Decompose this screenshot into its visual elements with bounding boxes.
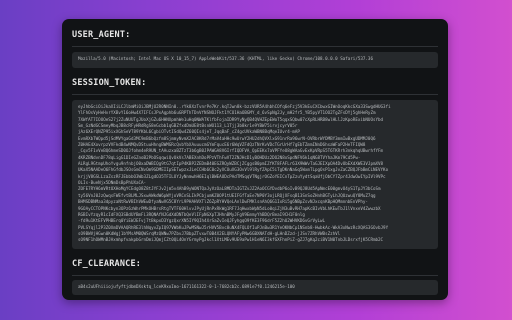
session-token-value-box[interactable]: eyJhbGciOiJkaXIiLCJlbmMiOiJBMjU2R0NNIn0.… [72,100,438,249]
cookie-info-panel: USER_AGENT: Mozilla/5.0 (Macintosh; Inte… [62,19,448,300]
user-agent-value-box[interactable]: Mozilla/5.0 (Macintosh; Intel Mac OS X 1… [72,52,438,68]
cf-clearance-title: CF_CLEARANCE: [72,259,142,269]
cf-clearance-divider [72,275,438,276]
session-token-title: SESSION_TOKEN: [72,78,147,88]
session-token-divider [72,94,438,95]
cf-clearance-value: aB4s2uUFhiiiojufyftjdbmDXsktq_lceK9xoImo… [78,283,295,289]
session-token-line: 9GOAyCCTOPNKcbyn3OPz6zWhrPMkOHBrsRtgTVTF… [78,205,381,211]
session-token-line: PVLSYqjl2P3Z0XmDVAAQRhRE3lhNqyvZpIQ97VWb… [78,224,389,230]
session-token-line: _Cqv5F1vVeBQ6hmeSD0OJfohm4eR9UN_tAAuzxaB… [78,148,384,154]
session-token-line: UKaX5NAADeO6FhGfdbJSOsGmCNvOm9GDMEIIpSET… [78,167,389,173]
session-token-line: sO9NF1hOWMnBJAxmhpfvakpbGrnDmiJQmjCZt0QL… [78,237,384,243]
user-agent-title: USER_AGENT: [72,30,131,40]
cf-clearance-value-box[interactable]: aB4s2uUFhiiiojufyftjdbmDXsktq_lceK9xoImo… [72,280,438,295]
session-token-line: ZOFE7RYH6mVRtUXHoMgYCEdgO8Z8tJYFJv2jm5v4… [78,186,381,192]
user-agent-value: Mozilla/5.0 (Macintosh; Intel Mac OS X 1… [78,56,373,61]
user-agent-divider [72,46,438,47]
